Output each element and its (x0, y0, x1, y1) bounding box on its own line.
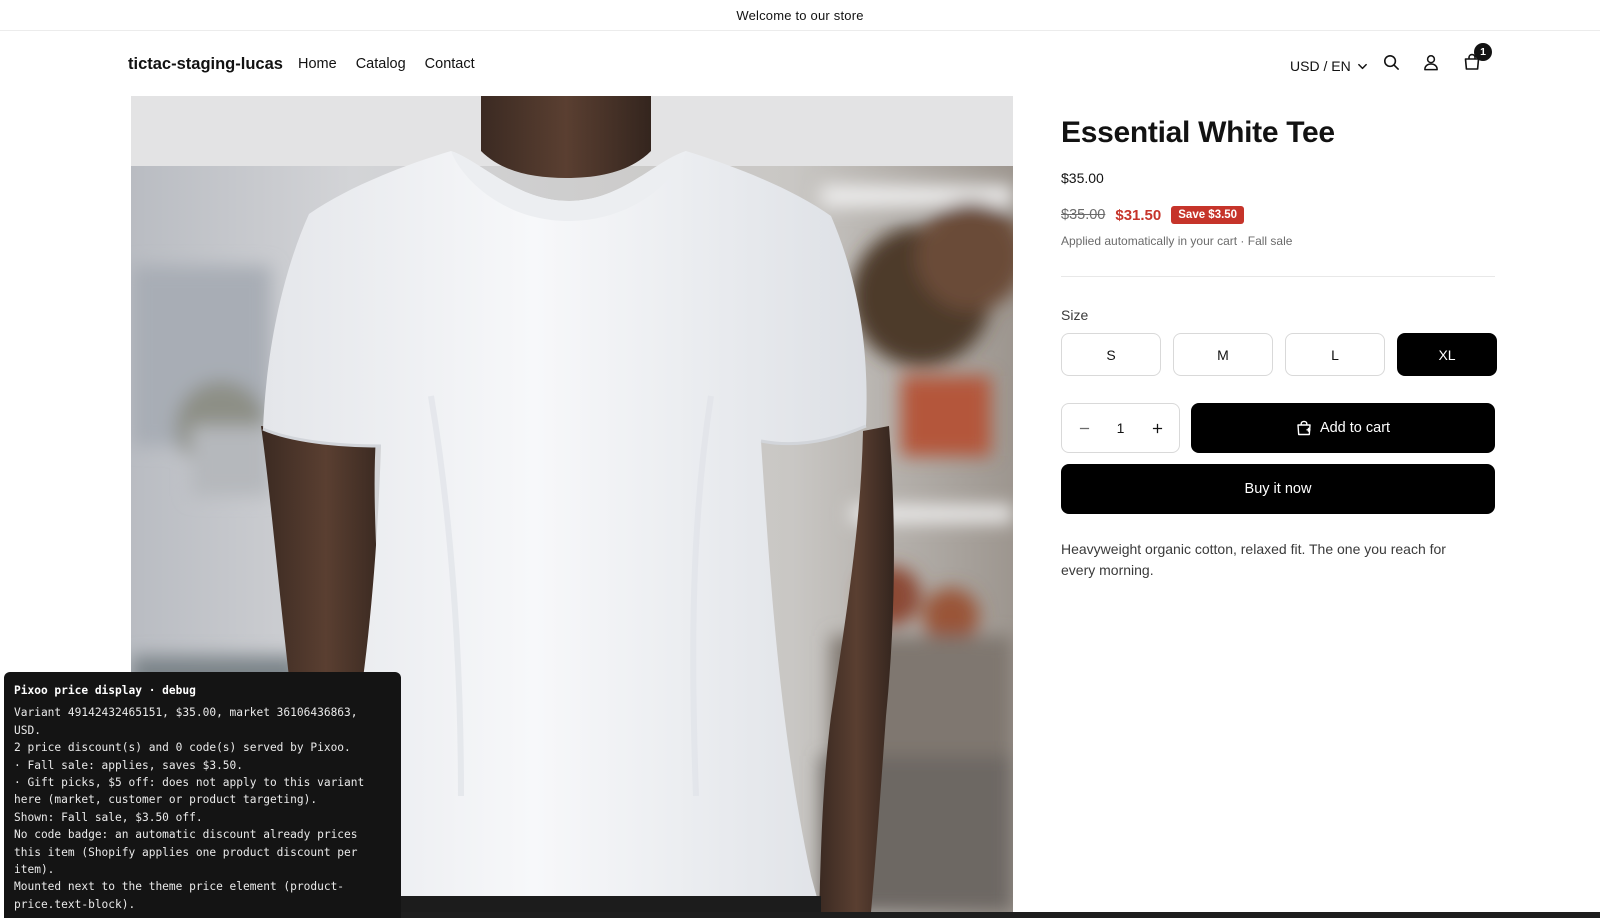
quantity-decrease-button[interactable] (1072, 416, 1096, 440)
size-option-l[interactable]: L (1285, 333, 1385, 376)
debug-line: · Gift picks, $5 off: does not apply to … (14, 776, 365, 807)
product-title: Essential White Tee (1061, 116, 1335, 149)
debug-line: No code badge: an automatic discount alr… (14, 828, 358, 877)
divider (1061, 276, 1495, 277)
search-button[interactable] (1377, 48, 1405, 76)
discount-applied-note: Applied automatically in your cart · Fal… (1061, 234, 1293, 248)
size-option-m[interactable]: M (1173, 333, 1273, 376)
locale-label: USD / EN (1290, 58, 1351, 74)
quantity-input[interactable] (1105, 420, 1136, 436)
save-badge: Save $3.50 (1171, 206, 1245, 224)
site-header: tictac-staging-lucas Home Catalog Contac… (0, 31, 1600, 97)
discount-price-row: $35.00 $31.50 Save $3.50 (1061, 206, 1245, 224)
debug-title: Pixoo price display · debug (14, 684, 196, 697)
buy-now-button[interactable]: Buy it now (1061, 464, 1495, 514)
nav-link-catalog[interactable]: Catalog (356, 56, 406, 72)
add-to-cart-label: Add to cart (1319, 420, 1391, 436)
cart-add-icon (1297, 420, 1311, 436)
add-to-cart-button[interactable]: Add to cart (1191, 403, 1495, 453)
search-icon (1383, 54, 1399, 70)
plus-icon (1152, 423, 1162, 433)
debug-line: Mounted next to the theme price element … (14, 880, 345, 911)
nav-link-contact[interactable]: Contact (425, 56, 475, 72)
localization-selector[interactable]: USD / EN (1290, 52, 1368, 80)
compare-at-price: $35.00 (1061, 207, 1106, 223)
sale-price: $31.50 (1115, 206, 1162, 224)
size-options: S M L XL (1061, 333, 1497, 376)
announcement-bar: Welcome to our store (0, 0, 1600, 31)
debug-line: 2 price discount(s) and 0 code(s) served… (14, 741, 351, 755)
size-option-s[interactable]: S (1061, 333, 1161, 376)
quantity-stepper (1061, 403, 1180, 453)
debug-line: Variant 49142432465151, $35.00, market 3… (14, 706, 358, 737)
regular-price: $35.00 (1061, 170, 1104, 186)
minus-icon (1079, 427, 1089, 429)
buy-now-label: Buy it now (1244, 481, 1312, 497)
quantity-increase-button[interactable] (1145, 416, 1169, 440)
product-description: Heavyweight organic cotton, relaxed fit.… (1061, 541, 1446, 578)
debug-panel: Pixoo price display · debug Variant 4914… (4, 672, 401, 918)
account-icon (1424, 54, 1438, 70)
main-nav: Home Catalog Contact (298, 56, 475, 72)
nav-link-home[interactable]: Home (298, 56, 337, 72)
account-button[interactable] (1417, 48, 1445, 76)
debug-line: Shown: Fall sale, $3.50 off. (14, 810, 203, 824)
store-logo-link[interactable]: tictac-staging-lucas (128, 55, 283, 74)
header-actions: USD / EN (1290, 49, 1368, 80)
size-label: Size (1061, 307, 1089, 323)
cart-button[interactable]: 1 (1458, 43, 1492, 76)
cart-count-badge: 1 (1474, 43, 1492, 61)
debug-line: · Fall sale: applies, saves $3.50. (14, 758, 244, 772)
announcement-text: Welcome to our store (736, 7, 864, 23)
size-option-xl[interactable]: XL (1397, 333, 1497, 376)
chevron-down-icon (1357, 63, 1367, 69)
bottom-edge-bar (401, 912, 1600, 918)
